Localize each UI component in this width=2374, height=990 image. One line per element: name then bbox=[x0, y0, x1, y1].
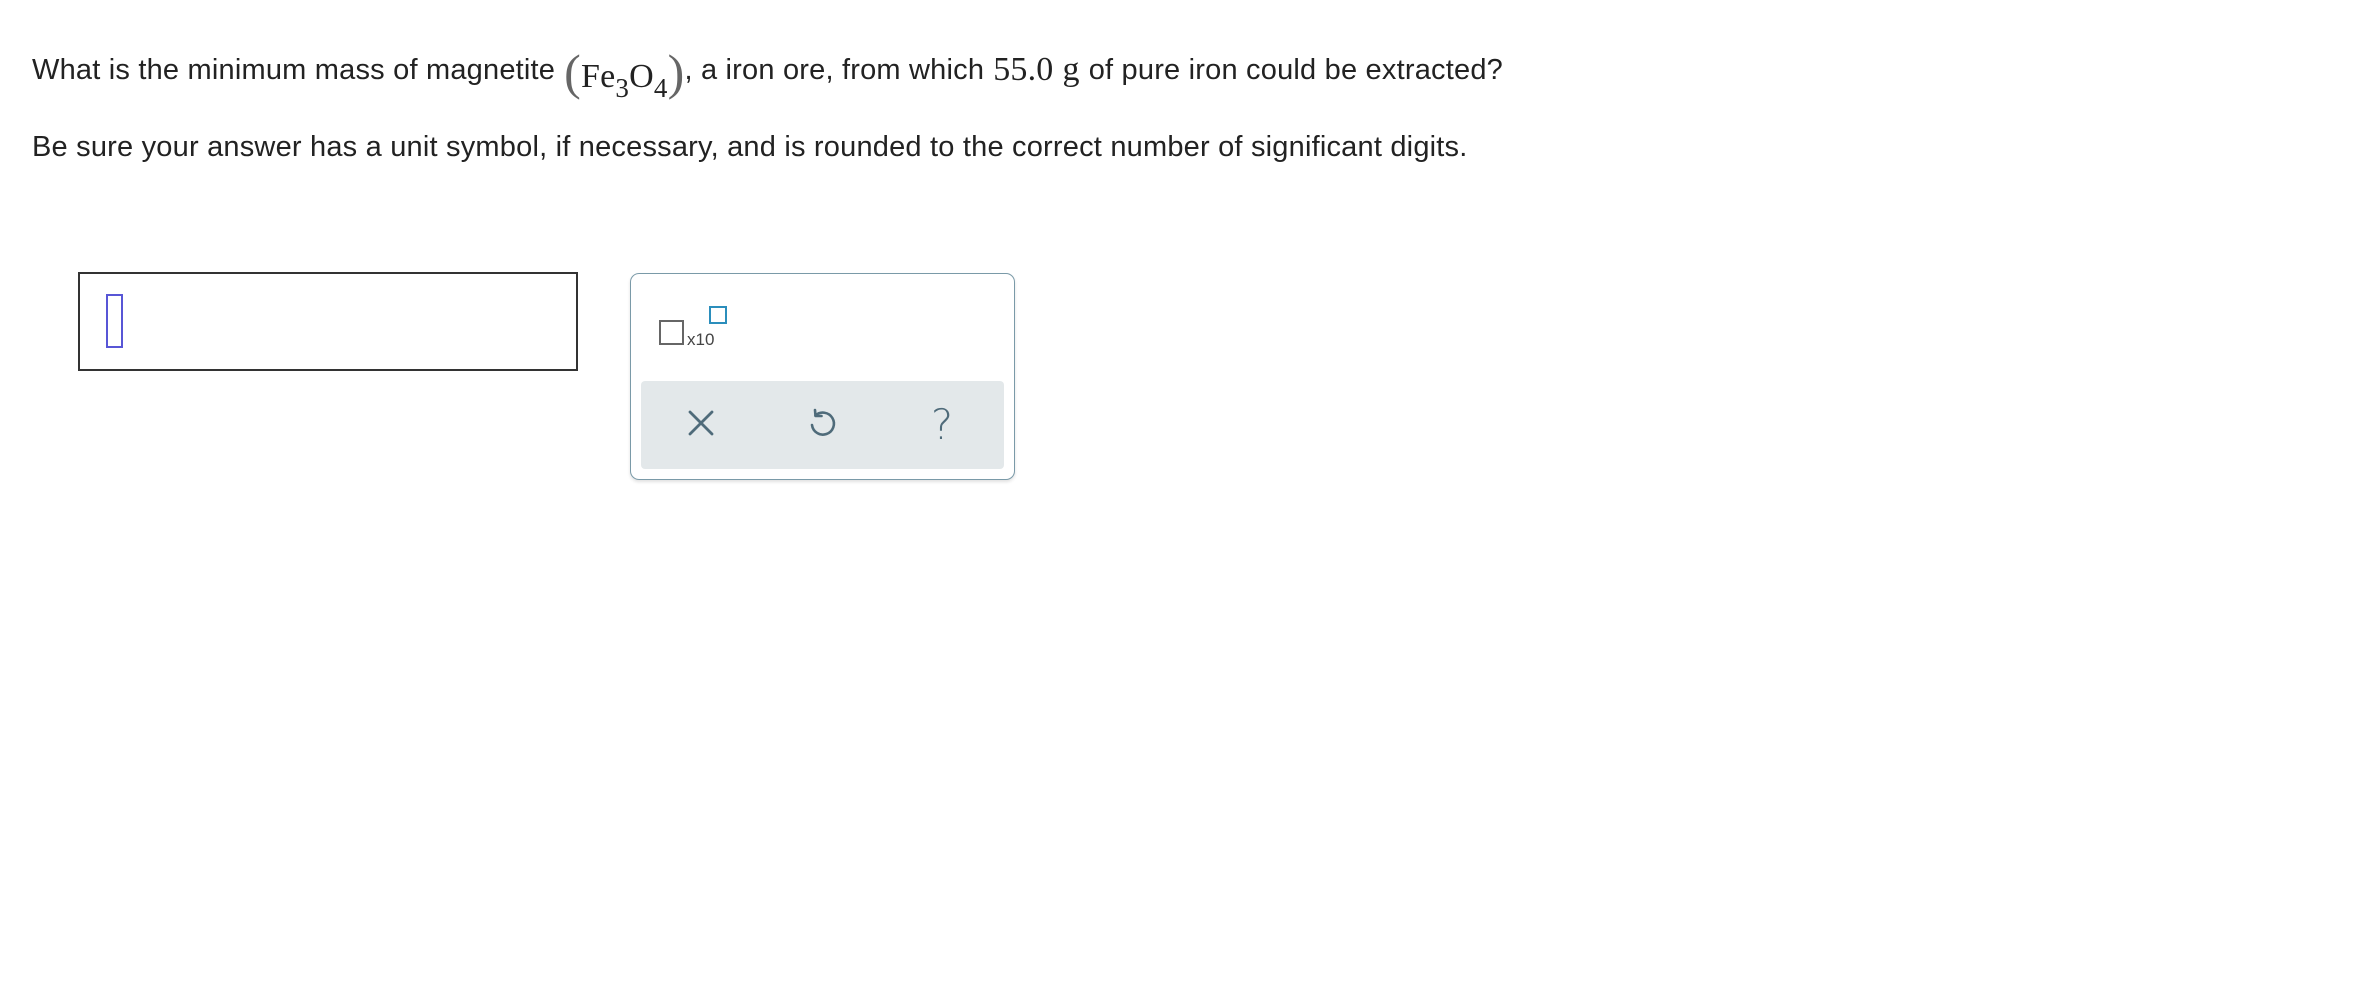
undo-icon bbox=[805, 406, 839, 445]
sci-exponent-box-icon bbox=[709, 306, 727, 324]
sci-notation-label: x10 bbox=[687, 330, 715, 349]
help-button[interactable]: ? bbox=[912, 395, 972, 455]
math-palette: x10 ? bbox=[630, 273, 1015, 480]
formula-subscript-4: 4 bbox=[653, 72, 668, 103]
sci-base-box-icon bbox=[659, 320, 684, 345]
question-text: What is the minimum mass of magnetite ( … bbox=[32, 43, 1503, 103]
instruction-text: Be sure your answer has a unit symbol, i… bbox=[32, 131, 1468, 163]
formula-close-paren: ) bbox=[667, 43, 685, 100]
scientific-notation-button[interactable]: x10 bbox=[659, 306, 733, 354]
question-text-middle: , a iron ore, from which bbox=[684, 53, 985, 86]
chemical-formula: ( Fe 3 O 4 ) bbox=[564, 43, 685, 103]
input-cursor-placeholder[interactable] bbox=[106, 294, 123, 348]
mass-value: 55.0 bbox=[993, 51, 1054, 88]
formula-element-o: O bbox=[629, 57, 654, 95]
undo-button[interactable] bbox=[792, 395, 852, 455]
palette-toolbar: ? bbox=[641, 381, 1004, 469]
question-text-before: What is the minimum mass of magnetite bbox=[32, 53, 556, 86]
clear-button[interactable] bbox=[671, 395, 731, 455]
formula-element-fe: Fe bbox=[581, 57, 616, 95]
help-icon: ? bbox=[930, 400, 954, 449]
question-text-after: of pure iron could be extracted? bbox=[1088, 53, 1503, 86]
formula-open-paren: ( bbox=[564, 43, 581, 100]
formula-subscript-3: 3 bbox=[615, 72, 630, 103]
answer-input[interactable] bbox=[78, 272, 578, 371]
mass-unit: g bbox=[1062, 51, 1080, 88]
close-icon bbox=[686, 408, 716, 443]
